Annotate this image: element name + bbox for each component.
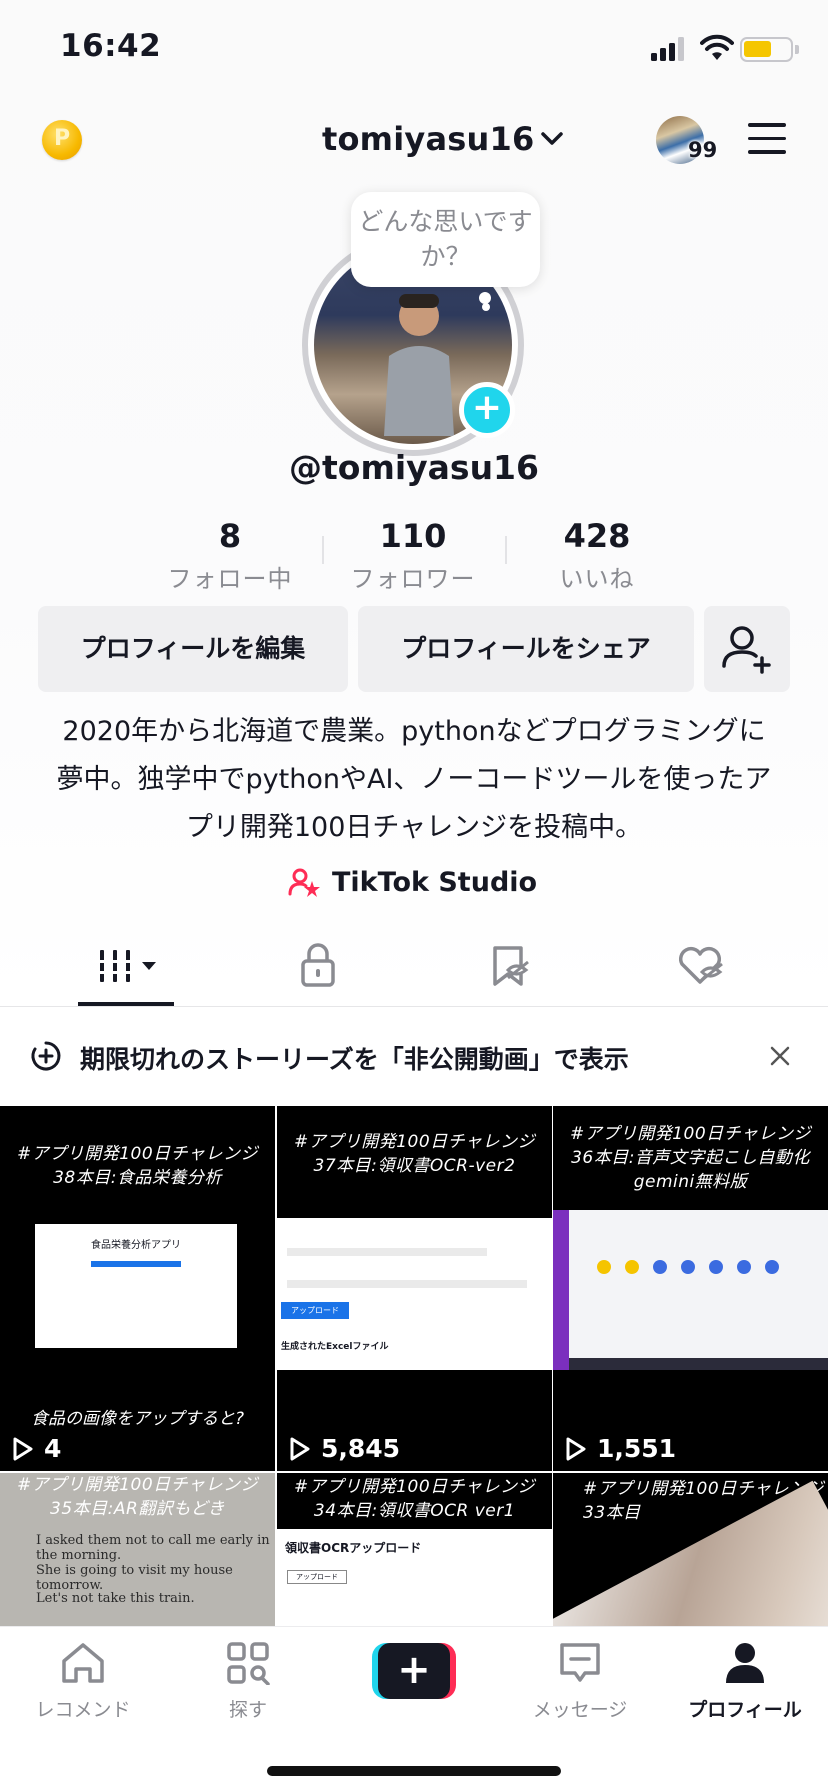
profile-handle: @tomiyasu16 [289,448,539,487]
lock-icon [301,943,335,987]
battery-icon [740,37,793,62]
avatar-person-image [384,294,454,436]
nav-explore[interactable]: 探す [173,1641,323,1722]
hamburger-menu-icon[interactable] [748,123,788,155]
add-story-circle-icon [31,1041,61,1071]
tiktok-studio-link[interactable]: TikTok Studio [288,862,537,902]
stories-banner-text: 期限切れのストーリーズを「非公開動画」で表示 [80,1045,629,1074]
view-count: 1,551 [565,1434,676,1463]
close-icon[interactable] [766,1042,794,1070]
stat-likes[interactable]: 428 いいね [507,515,687,594]
status-bar: 16:42 [0,0,828,100]
video-screenshot: 領収書OCRアップロード アップロード [277,1529,552,1629]
create-plus-icon: + [378,1643,450,1699]
tabs-divider [0,1006,828,1007]
wifi-icon [700,34,734,60]
share-profile-button[interactable]: プロフィールをシェア [358,606,694,692]
tab-saved[interactable] [458,940,558,990]
nav-home[interactable]: レコメンド [8,1641,158,1722]
view-count: 4 [12,1434,61,1463]
video-thumbnail[interactable]: #アプリ開発100日チャレンジ 37本目:領収書OCR-ver2 アップロード … [277,1106,552,1471]
nav-profile[interactable]: プロフィール [670,1641,820,1722]
create-button[interactable]: + [372,1643,456,1699]
video-screenshot [553,1210,828,1370]
battery-nub [795,45,799,54]
tab-private[interactable] [268,940,368,990]
bubble-tail-small [482,303,490,311]
cellular-signal-icon [651,37,684,61]
play-icon [566,1437,586,1460]
note-bubble-text: どんな思いですか？ [358,207,533,271]
video-screenshot: 食品栄養分析アプリ [35,1224,237,1348]
video-grid-icon [92,950,156,982]
note-bubble[interactable]: どんな思いですか？ [351,192,540,287]
bookmark-hidden-icon [493,946,529,986]
inbox-badge: 99 [688,138,718,162]
play-icon [13,1437,33,1460]
video-thumbnail[interactable]: #アプリ開発100日チャレンジ 36本目:音声文字起こし自動化 gemini無料… [553,1106,828,1471]
edit-profile-button[interactable]: プロフィールを編集 [38,606,348,692]
view-count: 5,845 [289,1434,400,1463]
heart-hidden-icon [678,947,723,984]
header-username: tomiyasu16 [322,120,535,158]
stories-banner[interactable]: 期限切れのストーリーズを「非公開動画」で表示 [0,1008,828,1106]
home-indicator [267,1766,561,1776]
explore-icon [227,1642,270,1686]
home-icon [62,1643,104,1683]
chevron-down-icon [541,132,564,145]
play-icon [290,1437,310,1460]
add-story-button[interactable]: + [459,382,515,438]
tab-videos[interactable] [78,940,178,990]
profile-bio: 2020年から北海道で農業。pythonなどプログラミングに夢中。独学中でpyt… [56,716,772,843]
stat-followers[interactable]: 110 フォロワー [323,515,503,594]
message-icon [560,1643,600,1682]
add-user-icon [722,626,771,674]
studio-icon [288,868,320,897]
add-friend-button[interactable] [704,606,790,692]
video-screenshot: アップロード 生成されたExcelファイル [277,1218,552,1370]
coin-icon[interactable]: P [42,120,82,160]
stat-following[interactable]: 8 フォロー中 [140,515,320,594]
account-switcher[interactable]: tomiyasu16 [322,117,564,161]
profile-icon [726,1643,764,1683]
status-time: 16:42 [60,28,162,64]
video-thumbnail[interactable]: #アプリ開発100日チャレンジ 38本目:食品栄養分析 食品栄養分析アプリ 食品… [0,1106,275,1471]
tab-liked[interactable] [650,940,750,990]
nav-inbox[interactable]: メッセージ [505,1641,655,1722]
